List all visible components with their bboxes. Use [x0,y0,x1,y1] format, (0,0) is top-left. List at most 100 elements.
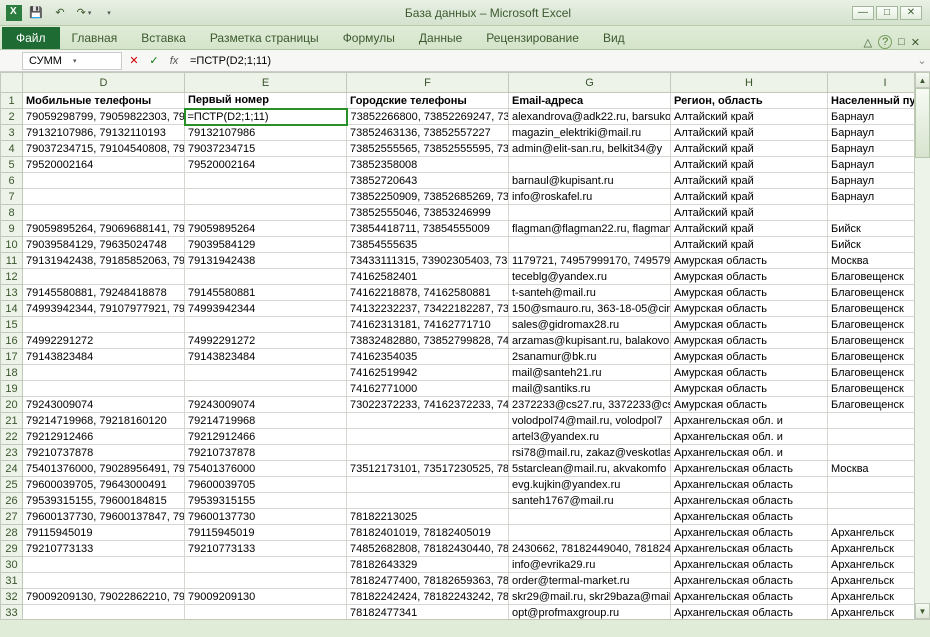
cell[interactable]: barnaul@kupisant.ru [509,173,671,189]
cell[interactable]: Архангельск [828,525,915,541]
row-header[interactable]: 8 [1,205,23,221]
spreadsheet-grid[interactable]: D E F G H I 1Мобильные телефоныПервый но… [0,72,914,619]
cell[interactable]: Амурская область [671,333,828,349]
cell[interactable]: t-santeh@mail.ru [509,285,671,301]
column-title-cell[interactable]: Регион, область [671,93,828,109]
cell[interactable]: admin@elit-san.ru, belkit34@y [509,141,671,157]
cell[interactable]: Москва [828,461,915,477]
row-header[interactable]: 6 [1,173,23,189]
cell[interactable]: Благовещенск [828,269,915,285]
cell[interactable]: 73852720643 [347,173,509,189]
cell[interactable] [23,205,185,221]
cell[interactable]: volodpol74@mail.ru, volodpol7 [509,413,671,429]
cell[interactable]: 79132107986 [185,125,347,141]
cell[interactable]: opt@profmaxgroup.ru [509,605,671,620]
cell[interactable]: 73022372233, 74162372233, 7416 [347,397,509,413]
cell[interactable]: 79037234715, 79104540808, 7919 [23,141,185,157]
cell[interactable] [509,509,671,525]
col-header-D[interactable]: D [23,73,185,93]
row-header[interactable]: 21 [1,413,23,429]
cell[interactable]: 79539315155, 79600184815 [23,493,185,509]
cell[interactable] [23,557,185,573]
cell[interactable] [23,605,185,620]
cell[interactable]: Архангельская область [671,541,828,557]
cell[interactable]: teceblg@yandex.ru [509,269,671,285]
qat-save[interactable]: 💾 [26,3,46,23]
cell[interactable] [828,413,915,429]
cell[interactable]: 79210737878 [23,445,185,461]
cell[interactable] [23,317,185,333]
cell[interactable]: 79059298799, 79059822303, 7923 [23,109,185,125]
cell[interactable] [828,445,915,461]
cell[interactable]: arzamas@kupisant.ru, balakovo [509,333,671,349]
cell[interactable] [185,381,347,397]
tab-review[interactable]: Рецензирование [474,27,591,49]
cell[interactable]: 79115945019 [185,525,347,541]
cell[interactable] [509,525,671,541]
cell[interactable]: 79210773133 [23,541,185,557]
cell[interactable]: 78182401019, 78182405019 [347,525,509,541]
cell[interactable] [23,189,185,205]
cell[interactable]: artel3@yandex.ru [509,429,671,445]
formula-input[interactable]: =ПСТР(D2;1;11) [184,53,914,69]
cell[interactable]: Алтайский край [671,125,828,141]
cell[interactable]: 79039584129, 79635024748 [23,237,185,253]
qat-undo[interactable]: ↶ [50,3,70,23]
formula-accept[interactable]: ✓ [144,54,164,67]
cell[interactable] [23,173,185,189]
row-header[interactable]: 11 [1,253,23,269]
col-header-H[interactable]: H [671,73,828,93]
cell[interactable]: 79210737878 [185,445,347,461]
cell[interactable] [23,381,185,397]
formula-cancel[interactable]: ✕ [124,54,144,67]
cell[interactable]: 79009209130, 79022862210, 7902 [23,589,185,605]
scroll-thumb[interactable] [915,88,930,158]
restore-button[interactable]: □ [876,6,898,20]
cell[interactable]: 79132107986, 79132110193 [23,125,185,141]
row-header[interactable]: 3 [1,125,23,141]
cell[interactable]: Алтайский край [671,173,828,189]
cell[interactable]: Москва [828,253,915,269]
cell[interactable]: Благовещенск [828,317,915,333]
cell[interactable]: 74162313181, 74162771710 [347,317,509,333]
cell[interactable] [347,477,509,493]
cell[interactable]: order@termal-market.ru [509,573,671,589]
row-header[interactable]: 4 [1,141,23,157]
cell[interactable] [23,573,185,589]
row-header[interactable]: 7 [1,189,23,205]
cell[interactable]: Архангельская область [671,493,828,509]
cell[interactable]: alexandrova@adk22.ru, barsuko [509,109,671,125]
row-header[interactable]: 15 [1,317,23,333]
column-title-cell[interactable]: Email-адреса [509,93,671,109]
cell[interactable]: info@roskafel.ru [509,189,671,205]
cell[interactable] [828,477,915,493]
tab-formulas[interactable]: Формулы [331,27,407,49]
cell[interactable]: 79059895264, 79069688141, 7909 [23,221,185,237]
cell[interactable]: 75401376000, 79028956491, 7909 [23,461,185,477]
cell[interactable]: Благовещенск [828,349,915,365]
row-header[interactable]: 10 [1,237,23,253]
row-header[interactable]: 5 [1,157,23,173]
cell[interactable]: Алтайский край [671,141,828,157]
cell[interactable]: 74992291272 [23,333,185,349]
cell[interactable] [509,205,671,221]
cell[interactable]: magazin_elektriki@mail.ru [509,125,671,141]
cell[interactable]: Барнаул [828,157,915,173]
cell[interactable]: Амурская область [671,349,828,365]
row-header[interactable]: 28 [1,525,23,541]
cell[interactable]: Благовещенск [828,365,915,381]
cell[interactable]: Барнаул [828,173,915,189]
cell[interactable] [828,205,915,221]
cell[interactable] [23,365,185,381]
close-button[interactable]: ✕ [900,6,922,20]
minimize-button[interactable]: ― [852,6,874,20]
col-header-F[interactable]: F [347,73,509,93]
fx-button[interactable]: fx [164,55,184,67]
cell[interactable]: Барнаул [828,125,915,141]
cell[interactable]: 74162771000 [347,381,509,397]
cell[interactable]: Алтайский край [671,109,828,125]
cell[interactable] [347,413,509,429]
cell[interactable]: Архангельск [828,605,915,620]
cell[interactable]: Архангельск [828,589,915,605]
cell[interactable]: Алтайский край [671,157,828,173]
